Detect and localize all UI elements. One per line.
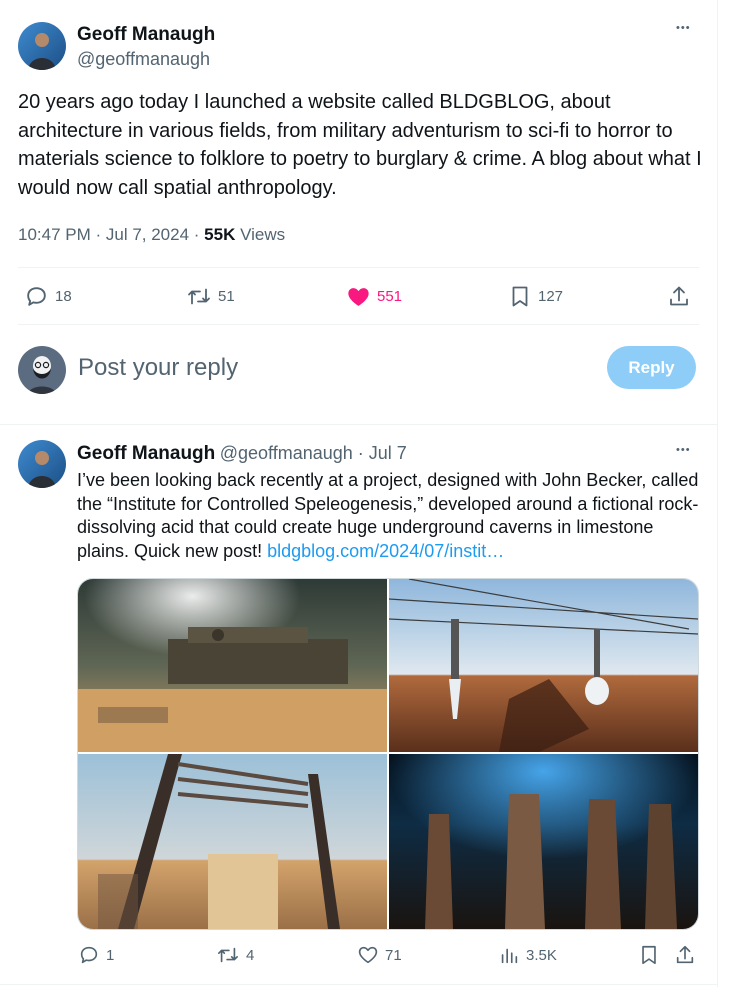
author-avatar[interactable] <box>18 22 66 70</box>
bookmark-action[interactable] <box>638 944 660 966</box>
author-handle[interactable]: @geoffmanaugh <box>220 443 353 463</box>
author-avatar[interactable] <box>18 440 66 488</box>
tweet-time[interactable]: 10:47 PM · Jul 7, 2024 · <box>18 225 204 244</box>
tweet-date[interactable]: · Jul 7 <box>353 443 407 463</box>
tweet-link[interactable]: bldgblog.com/2024/07/instit… <box>267 541 504 561</box>
views-action[interactable]: 3.5K <box>498 944 557 966</box>
media-image-4[interactable] <box>389 754 698 929</box>
views-count: 3.5K <box>526 946 557 964</box>
author-name[interactable]: Geoff Manaugh <box>77 24 215 46</box>
divider <box>18 267 699 268</box>
repost-action[interactable]: 4 <box>216 944 254 966</box>
media-image-1[interactable] <box>78 579 387 752</box>
share-icon <box>670 286 688 306</box>
repost-count: 4 <box>246 946 255 964</box>
analytics-icon <box>501 948 518 964</box>
views-label: Views <box>235 225 286 244</box>
thread-tweet-header: Geoff Manaugh @geoffmanaugh · Jul 7 <box>77 443 407 465</box>
heart-filled-icon <box>348 288 369 306</box>
author-name[interactable]: Geoff Manaugh <box>77 443 215 464</box>
media-image-3[interactable] <box>78 754 387 929</box>
like-action[interactable]: 71 <box>357 944 402 966</box>
reply-icon <box>80 946 98 964</box>
current-user-avatar[interactable] <box>18 346 66 394</box>
bookmark-icon <box>642 945 656 965</box>
media-image-2[interactable] <box>389 579 698 752</box>
like-action[interactable]: 551 <box>346 284 402 309</box>
reply-button[interactable]: Reply <box>607 346 696 389</box>
reply-action[interactable]: 18 <box>24 284 72 309</box>
views-count: 55K <box>204 225 236 244</box>
tweet-timestamp[interactable]: 10:47 PM · Jul 7, 2024 · 55K Views <box>18 225 285 245</box>
bookmark-icon <box>512 286 528 307</box>
like-count: 551 <box>377 288 403 305</box>
thread-tweet-text: I’ve been looking back recently at a pro… <box>77 469 707 563</box>
repost-action[interactable]: 51 <box>186 284 235 309</box>
share-action[interactable] <box>674 944 696 966</box>
section-divider <box>0 984 717 985</box>
section-divider <box>0 424 717 425</box>
share-icon <box>676 945 694 964</box>
more-options-icon[interactable]: ••• <box>676 444 691 456</box>
media-grid <box>77 578 699 930</box>
repost-icon <box>218 947 238 963</box>
author-handle[interactable]: @geoffmanaugh <box>77 49 210 70</box>
share-action[interactable] <box>667 284 691 309</box>
repost-icon <box>188 288 210 305</box>
reply-action[interactable]: 1 <box>78 944 114 966</box>
reply-input[interactable]: Post your reply <box>78 354 578 382</box>
timeline-column: Geoff Manaugh @geoffmanaugh ••• 20 years… <box>0 0 718 987</box>
reply-count: 18 <box>55 288 72 305</box>
tweet-text: 20 years ago today I launched a website … <box>18 91 702 199</box>
reply-icon <box>27 287 46 306</box>
reply-count: 1 <box>106 946 115 964</box>
divider <box>18 324 699 325</box>
like-count: 71 <box>385 946 402 964</box>
repost-count: 51 <box>218 288 235 305</box>
heart-icon <box>358 946 378 964</box>
bookmark-action[interactable]: 127 <box>508 284 563 309</box>
bookmark-count: 127 <box>538 288 564 305</box>
more-options-icon[interactable]: ••• <box>676 22 691 34</box>
